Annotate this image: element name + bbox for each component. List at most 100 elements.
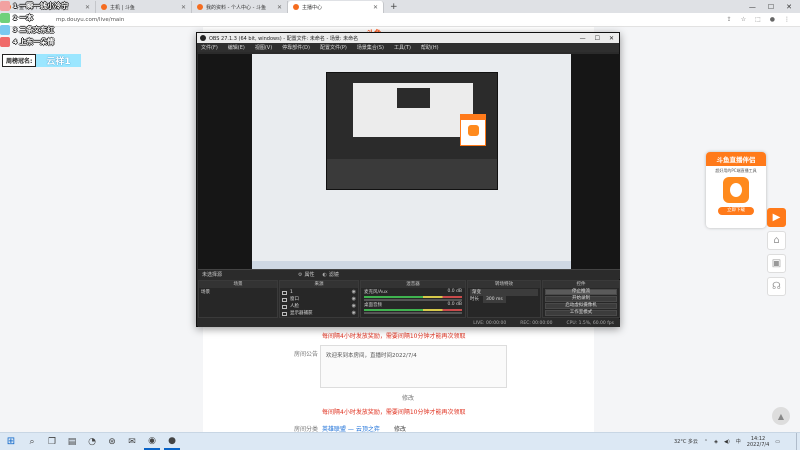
close-window-icon[interactable]: ✕ <box>609 35 614 42</box>
wechat-icon[interactable]: ✉ <box>124 434 140 450</box>
announcement-input[interactable]: 欢迎来到本房间，直播时间2022/7/4 <box>320 345 507 388</box>
weekly-label: 周榜冠名: <box>2 54 37 67</box>
reward-note: 每间隔4小时发放奖励，需要间隔10分钟才能再次领取 <box>322 333 466 340</box>
visibility-icon[interactable]: ◉ <box>352 289 356 296</box>
home-icon[interactable]: ⌂ <box>767 231 786 250</box>
source-item[interactable]: 窗口 ◉ <box>282 296 356 303</box>
gear-icon[interactable]: ⚙ <box>298 272 302 278</box>
studio-mode-button[interactable]: 工作室模式 <box>545 310 617 316</box>
menu-scene-collection[interactable]: 场景集合(S) <box>357 44 384 51</box>
volume-slider[interactable] <box>364 299 462 301</box>
volume-icon[interactable]: ◀) <box>724 439 730 445</box>
obs-taskbar-icon[interactable]: ● <box>164 434 180 450</box>
menu-tools[interactable]: 工具(T) <box>394 44 411 51</box>
new-tab-button[interactable]: + <box>384 1 404 13</box>
menu-docks[interactable]: 停靠部件(D) <box>282 44 310 51</box>
mixer-channel: 麦克风/Aux 0.0 dB <box>364 289 462 295</box>
menu-edit[interactable]: 编辑(E) <box>228 44 245 51</box>
back-to-top-icon[interactable]: ▲ <box>772 407 790 425</box>
scenes-title: 场景 <box>199 281 277 288</box>
source-item[interactable]: 人脸 ◉ <box>282 303 356 310</box>
menu-icon[interactable]: ⋮ <box>784 16 790 23</box>
minimize-icon[interactable]: — <box>749 1 756 13</box>
obs-logo-icon <box>200 35 206 41</box>
browser-tab[interactable]: 主机 | 斗鱼 ✕ <box>96 1 192 13</box>
extensions-icon[interactable]: ⬚ <box>755 16 761 23</box>
rank-badge-icon <box>0 25 10 35</box>
properties-button[interactable]: 属性 <box>305 271 315 278</box>
source-item[interactable]: 1 ◉ <box>282 289 356 296</box>
douyu-favicon-icon <box>101 4 107 10</box>
transitions-title: 转场特效 <box>468 281 540 288</box>
chrome-icon[interactable]: ◉ <box>144 434 160 450</box>
stop-streaming-button[interactable]: 停止推流 <box>545 289 617 295</box>
rank-entry: 4 上东一朵情 <box>0 36 100 48</box>
clock[interactable]: 14:12 2022/7/4 <box>747 436 769 448</box>
promo-subtitle: 超好用的PC端直播工具 <box>715 168 757 173</box>
obs-title-bar: OBS 27.1.3 (64 bit, windows) - 配置文件: 未命名… <box>197 33 619 43</box>
virtual-camera-button[interactable]: 启动虚拟摄像机 <box>545 303 617 309</box>
obs-title: OBS 27.1.3 (64 bit, windows) - 配置文件: 未命名… <box>209 35 359 42</box>
start-menu-icon[interactable]: ⊞ <box>0 436 22 447</box>
close-tab-icon[interactable]: ✕ <box>181 4 186 11</box>
image-icon[interactable]: ▣ <box>767 254 786 273</box>
notification-icon[interactable]: ▭ <box>775 439 780 445</box>
save-button[interactable]: 修改 <box>402 393 414 402</box>
start-recording-button[interactable]: 开始录制 <box>545 296 617 302</box>
star-icon[interactable]: ☆ <box>741 16 746 23</box>
visibility-icon[interactable]: ◉ <box>352 303 356 310</box>
share-icon[interactable]: ⇪ <box>727 16 732 23</box>
menu-help[interactable]: 帮助(H) <box>421 44 439 51</box>
minimize-icon[interactable]: — <box>580 35 586 42</box>
tray-arrow-icon[interactable]: ⌃ <box>704 439 708 445</box>
weather-widget[interactable]: 32°C 多云 <box>674 438 698 445</box>
mini-promo-capture <box>460 114 486 146</box>
menu-file[interactable]: 文件(F) <box>201 44 218 51</box>
browser-tab[interactable]: 我的资料 - 个人中心 - 斗鱼 ✕ <box>192 1 288 13</box>
close-tab-icon[interactable]: ✕ <box>373 4 378 11</box>
download-promo[interactable]: 斗鱼直播伴侣 超好用的PC端直播工具 立即下载 <box>706 152 766 228</box>
filters-button[interactable]: 滤镜 <box>329 271 339 278</box>
transition-select[interactable]: 渐变 <box>470 289 538 296</box>
headset-icon[interactable]: ☊ <box>767 277 786 296</box>
system-tray: 32°C 多云 ⌃ ◈ ◀) 中 14:12 2022/7/4 ▭ <box>674 436 800 448</box>
visibility-icon[interactable]: ◉ <box>352 310 356 317</box>
visibility-icon[interactable]: ◉ <box>352 296 356 303</box>
mini-taskbar-capture <box>252 261 571 269</box>
menu-view[interactable]: 视图(V) <box>255 44 272 51</box>
windows-taskbar: ⊞ ⌕ ❐ ▤ ◔ ⊛ ✉ ◉ ● 32°C 多云 ⌃ ◈ ◀) 中 14:12… <box>0 432 800 450</box>
scene-item[interactable]: 场景 <box>201 289 275 296</box>
douyu-favicon-icon <box>197 4 203 10</box>
show-desktop-button[interactable] <box>796 433 800 450</box>
source-item[interactable]: 显示器捕获 ◉ <box>282 310 356 317</box>
controls-title: 控件 <box>543 281 619 288</box>
live-status: LIVE: 00:00:00 <box>473 320 507 326</box>
duration-input[interactable]: 300 ms <box>483 296 506 303</box>
address-bar[interactable]: mp.douyu.com/live/main ⇪ ☆ ⬚ ● ⋮ <box>0 13 800 27</box>
text-source-icon <box>282 290 287 295</box>
edge-icon[interactable]: ◔ <box>84 434 100 450</box>
steam-icon[interactable]: ⊛ <box>104 434 120 450</box>
play-icon[interactable]: ▶ <box>767 208 786 227</box>
menu-profile[interactable]: 配置文件(P) <box>320 44 347 51</box>
volume-slider[interactable] <box>364 312 462 314</box>
rank-badge-icon <box>0 1 10 11</box>
file-explorer-icon[interactable]: ▤ <box>64 434 80 450</box>
douyu-favicon-icon <box>293 4 299 10</box>
input-method[interactable]: 中 <box>736 438 741 445</box>
task-view-icon[interactable]: ❐ <box>44 434 60 450</box>
maximize-icon[interactable]: ☐ <box>595 35 600 42</box>
close-window-icon[interactable]: ✕ <box>786 1 792 13</box>
profile-icon[interactable]: ● <box>770 16 775 23</box>
obs-preview[interactable] <box>198 54 620 269</box>
promo-download-button[interactable]: 立即下载 <box>718 207 754 215</box>
close-tab-icon[interactable]: ✕ <box>277 4 282 11</box>
browser-tab-active[interactable]: 主播中心 ✕ <box>288 1 384 13</box>
field-label: 房间公告 <box>294 351 319 358</box>
maximize-icon[interactable]: ☐ <box>768 1 774 13</box>
search-icon[interactable]: ⌕ <box>24 434 40 450</box>
network-icon[interactable]: ◈ <box>714 439 718 445</box>
rank-badge-icon <box>0 13 10 23</box>
sources-title: 来源 <box>280 281 358 288</box>
filter-icon[interactable]: ◐ <box>323 272 327 278</box>
